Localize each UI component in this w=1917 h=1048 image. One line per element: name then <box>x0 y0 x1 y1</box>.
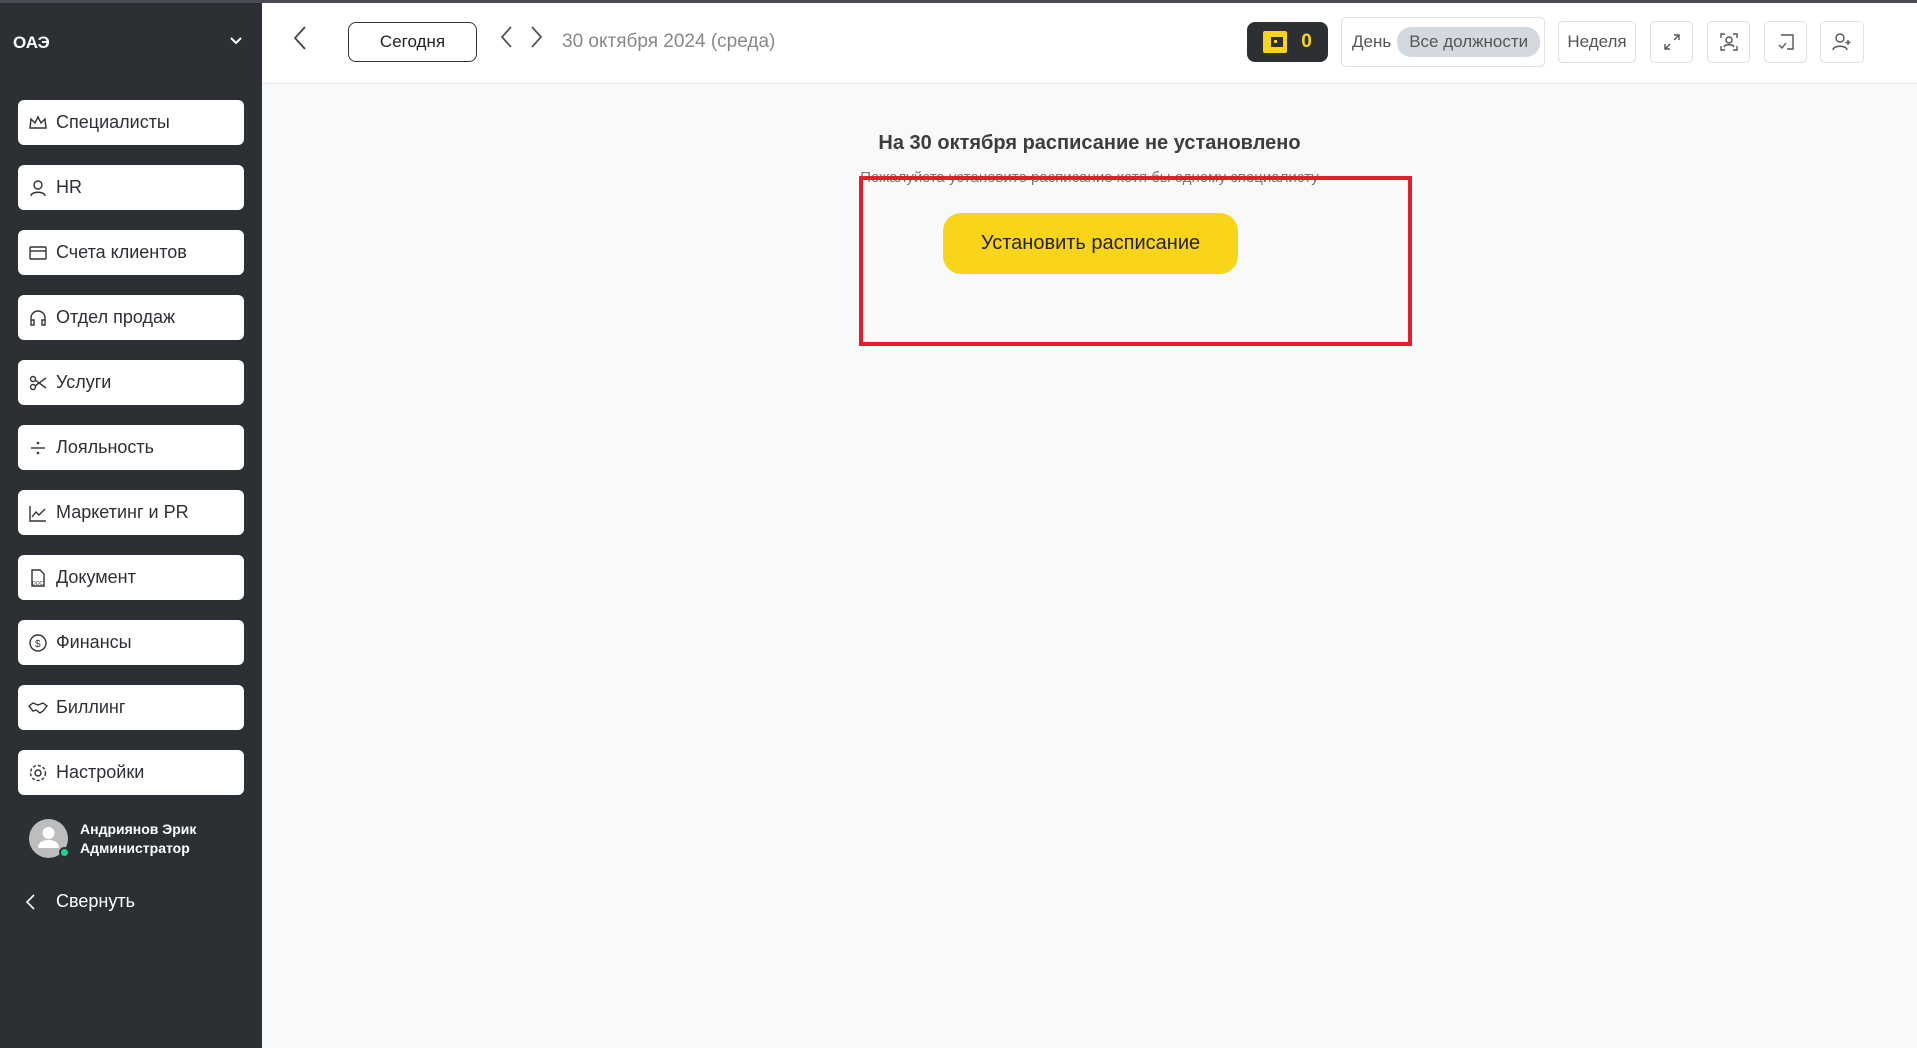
sidebar-item-4[interactable]: Услуги <box>18 360 244 405</box>
online-status-dot <box>59 847 70 858</box>
sidebar-item-label: Маркетинг и PR <box>56 502 189 522</box>
sidebar-item-3[interactable]: Отдел продаж <box>18 295 244 340</box>
gear-icon <box>29 764 47 781</box>
sidebar-item-1[interactable]: HR <box>18 165 244 210</box>
header: Сегодня 30 октября 2024 (среда) 0 День В… <box>262 3 1917 84</box>
sidebar-item-label: Документ <box>56 567 136 587</box>
user-scan-icon <box>1719 33 1738 51</box>
user-name: Андриянов Эрик <box>80 820 197 837</box>
chart-icon <box>29 505 46 522</box>
user-role: Администратор <box>80 839 190 856</box>
prev-day-icon[interactable] <box>499 25 513 49</box>
positions-filter[interactable]: Все должности <box>1397 27 1541 57</box>
handshake-icon <box>28 701 48 714</box>
svg-text:DOC: DOC <box>32 581 44 587</box>
wallet-icon <box>1263 31 1288 53</box>
wallet-icon <box>29 245 47 260</box>
day-view-group[interactable]: День Все должности <box>1341 17 1545 67</box>
empty-schedule-title: На 30 октября расписание не установлено <box>878 132 1301 154</box>
collapse-button[interactable]: Свернуть <box>24 891 135 912</box>
avatar <box>29 819 70 858</box>
add-user-icon <box>1832 33 1851 51</box>
sidebar-item-9[interactable]: Биллинг <box>18 685 244 730</box>
collapse-label: Свернуть <box>56 891 135 911</box>
sidebar-item-label: Услуги <box>56 372 112 392</box>
current-date: 30 октября 2024 (среда) <box>562 31 776 52</box>
checkbox-icon <box>1778 34 1794 50</box>
sidebar-item-5[interactable]: Лояльность <box>18 425 244 470</box>
user-profile[interactable]: Андриянов Эрик Администратор <box>29 819 196 858</box>
next-day-icon[interactable] <box>530 25 544 49</box>
wallet-count: 0 <box>1301 31 1312 52</box>
svg-text:$: $ <box>35 639 41 650</box>
back-chevron-icon[interactable] <box>292 25 308 51</box>
sidebar: ОАЭ Специалисты HR Счета клиентов Отдел про… <box>0 3 262 1048</box>
sidebar-item-label: HR <box>56 177 82 197</box>
user-icon <box>30 179 46 196</box>
dollar-icon: $ <box>29 633 47 652</box>
org-name[interactable]: ОАЭ <box>13 33 50 53</box>
chevron-left-icon <box>25 893 35 910</box>
week-button[interactable]: Неделя <box>1558 21 1636 63</box>
focus-specialist-button[interactable] <box>1707 21 1750 63</box>
add-user-button[interactable] <box>1820 21 1864 63</box>
headset-icon <box>30 309 46 326</box>
fullscreen-button[interactable] <box>1650 21 1693 63</box>
sidebar-item-label: Финансы <box>56 632 132 652</box>
doc-icon: DOC <box>31 568 45 587</box>
sidebar-item-label: Биллинг <box>56 697 126 717</box>
sidebar-item-label: Счета клиентов <box>56 242 187 262</box>
highlight-annotation-box <box>859 176 1412 346</box>
sidebar-item-label: Специалисты <box>56 112 170 132</box>
sidebar-item-10[interactable]: Настройки <box>18 750 244 795</box>
sidebar-item-2[interactable]: Счета клиентов <box>18 230 244 275</box>
checklist-button[interactable] <box>1764 21 1807 63</box>
crown-icon <box>29 114 47 129</box>
divide-icon <box>31 441 45 454</box>
chevron-down-icon[interactable] <box>228 33 244 49</box>
sidebar-item-7[interactable]: DOC Документ <box>18 555 244 600</box>
sidebar-item-label: Отдел продаж <box>56 307 175 327</box>
expand-icon <box>1663 34 1680 50</box>
sidebar-item-8[interactable]: $ Финансы <box>18 620 244 665</box>
sidebar-item-6[interactable]: Маркетинг и PR <box>18 490 244 535</box>
wallet-badge[interactable]: 0 <box>1247 22 1328 62</box>
sidebar-item-label: Лояльность <box>56 437 155 457</box>
today-button[interactable]: Сегодня <box>348 22 477 62</box>
scissors-icon <box>29 375 47 390</box>
day-label[interactable]: День <box>1352 32 1391 52</box>
sidebar-item-label: Настройки <box>56 762 145 782</box>
